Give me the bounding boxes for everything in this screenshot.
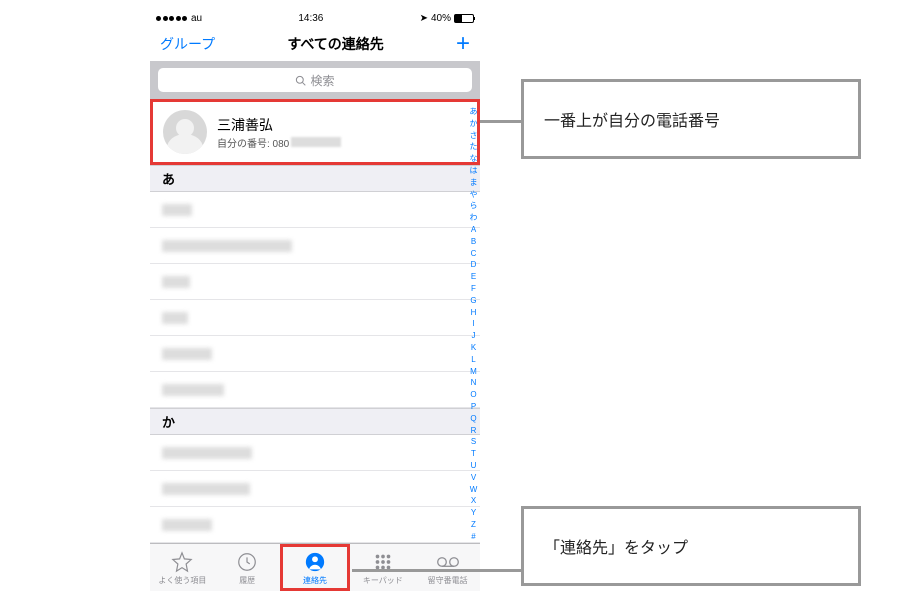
index-char[interactable]: L xyxy=(468,355,479,364)
tab-keypad[interactable]: キーパッド xyxy=(350,544,415,591)
tab-voicemail[interactable]: 留守番電話 xyxy=(415,544,480,591)
tab-label: 履歴 xyxy=(239,575,255,586)
signal-icon xyxy=(156,16,187,21)
list-item[interactable] xyxy=(150,372,480,408)
index-char[interactable]: た xyxy=(468,142,479,151)
callout-text: 「連絡先」をタップ xyxy=(544,534,688,558)
list-item[interactable] xyxy=(150,336,480,372)
index-char[interactable]: K xyxy=(468,343,479,352)
list-item[interactable] xyxy=(150,471,480,507)
index-char[interactable]: ま xyxy=(468,178,479,187)
search-input[interactable]: 検索 xyxy=(158,68,472,92)
alpha-index[interactable]: あかさたなはまやらわABCDEFGHIJKLMNOPQRSTUVWXYZ # xyxy=(468,107,479,541)
index-char[interactable]: R xyxy=(468,426,479,435)
section-header-a: あ xyxy=(150,165,480,192)
index-char[interactable]: J xyxy=(468,331,479,340)
clock-icon xyxy=(235,550,259,574)
index-char[interactable]: T xyxy=(468,449,479,458)
avatar-icon xyxy=(163,110,207,154)
callout-top: 一番上が自分の電話番号 xyxy=(521,79,861,159)
search-placeholder: 検索 xyxy=(310,72,334,89)
index-char[interactable]: わ xyxy=(468,213,479,222)
index-char[interactable]: N xyxy=(468,378,479,387)
tab-label: キーパッド xyxy=(363,575,403,586)
status-bar: au 14:36 ➤ 40% xyxy=(150,9,480,27)
index-char[interactable]: あ xyxy=(468,107,479,116)
index-char[interactable]: や xyxy=(468,190,479,199)
blurred-number xyxy=(291,137,341,147)
list-item[interactable] xyxy=(150,507,480,543)
index-char[interactable]: F xyxy=(468,284,479,293)
my-card-info: 三浦善弘 自分の番号: 080 xyxy=(217,115,341,150)
index-char[interactable]: X xyxy=(468,496,479,505)
index-char[interactable]: E xyxy=(468,272,479,281)
list-item[interactable] xyxy=(150,300,480,336)
tab-contacts[interactable]: 連絡先 xyxy=(280,544,351,591)
index-char[interactable]: # xyxy=(468,532,479,541)
tab-label: 連絡先 xyxy=(303,575,327,586)
section-header-ka: か xyxy=(150,408,480,435)
nav-bar: グループ すべての連絡先 + xyxy=(150,27,480,61)
index-char[interactable]: H xyxy=(468,308,479,317)
index-char[interactable]: W xyxy=(468,485,479,494)
search-icon xyxy=(295,75,306,86)
page-title: すべての連絡先 xyxy=(287,34,383,54)
search-container: 検索 xyxy=(150,61,480,99)
index-char[interactable]: U xyxy=(468,461,479,470)
location-icon: ➤ xyxy=(420,13,428,24)
tab-label: よく使う項目 xyxy=(158,575,206,586)
index-char[interactable]: か xyxy=(468,119,479,128)
status-right: ➤ 40% xyxy=(420,13,474,24)
my-name: 三浦善弘 xyxy=(217,115,341,135)
callout-text: 一番上が自分の電話番号 xyxy=(544,107,720,131)
index-char[interactable]: P xyxy=(468,402,479,411)
groups-button[interactable]: グループ xyxy=(160,34,215,54)
list-item[interactable] xyxy=(150,228,480,264)
clock: 14:36 xyxy=(298,13,323,24)
battery-icon xyxy=(454,14,474,23)
add-contact-button[interactable]: + xyxy=(456,30,470,58)
battery-pct: 40% xyxy=(431,13,451,24)
index-char[interactable]: ら xyxy=(468,201,479,210)
index-char[interactable]: S xyxy=(468,437,479,446)
index-char[interactable]: D xyxy=(468,260,479,269)
index-char[interactable]: Y xyxy=(468,508,479,517)
index-char[interactable]: Z xyxy=(468,520,479,529)
list-item[interactable] xyxy=(150,192,480,228)
callout-connector xyxy=(352,569,522,572)
list-item[interactable] xyxy=(150,264,480,300)
index-char[interactable]: さ xyxy=(468,131,479,140)
star-icon xyxy=(170,550,194,574)
index-char[interactable]: は xyxy=(468,166,479,175)
phone-frame: au 14:36 ➤ 40% グループ すべての連絡先 + 検索 三浦善弘 自分… xyxy=(150,9,480,591)
index-char[interactable]: M xyxy=(468,367,479,376)
tab-favorites[interactable]: よく使う項目 xyxy=(150,544,215,591)
tab-label: 留守番電話 xyxy=(428,575,468,586)
index-char[interactable]: C xyxy=(468,249,479,258)
list-item[interactable] xyxy=(150,435,480,471)
person-icon xyxy=(303,550,327,574)
index-char[interactable]: A xyxy=(468,225,479,234)
index-char[interactable]: O xyxy=(468,390,479,399)
callout-bottom: 「連絡先」をタップ xyxy=(521,506,861,586)
my-card[interactable]: 三浦善弘 自分の番号: 080 xyxy=(150,99,480,165)
index-char[interactable]: G xyxy=(468,296,479,305)
index-char[interactable]: B xyxy=(468,237,479,246)
index-char[interactable]: Q xyxy=(468,414,479,423)
callout-connector xyxy=(480,120,525,123)
index-char[interactable]: な xyxy=(468,154,479,163)
my-number: 自分の番号: 080 xyxy=(217,135,341,150)
status-left: au xyxy=(156,13,202,24)
index-char[interactable]: I xyxy=(468,319,479,328)
carrier-label: au xyxy=(191,13,202,24)
tab-recents[interactable]: 履歴 xyxy=(215,544,280,591)
tab-bar: よく使う項目 履歴 連絡先 キーパッド 留守番電話 xyxy=(150,543,480,591)
index-char[interactable]: V xyxy=(468,473,479,482)
